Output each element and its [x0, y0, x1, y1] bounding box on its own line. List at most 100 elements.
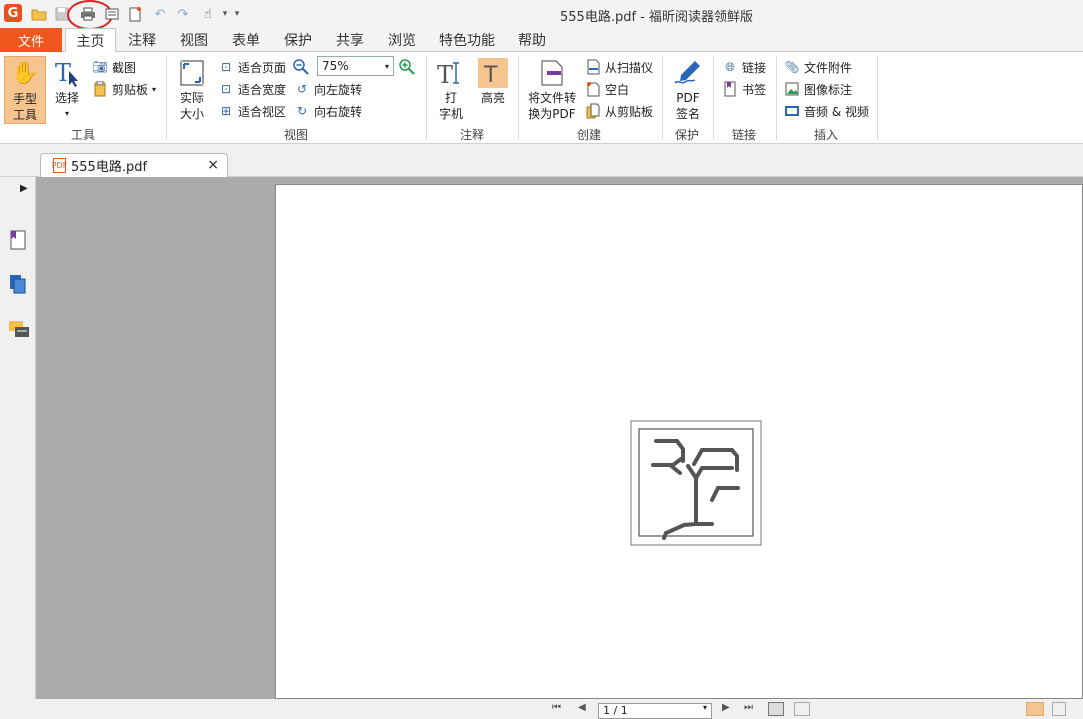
group-label-protect: 保护: [674, 128, 699, 142]
clipboard-button[interactable]: 剪贴板 ▾: [92, 79, 156, 99]
rotate-right-icon: ↻: [296, 104, 308, 118]
highlight-label: 高亮: [480, 91, 505, 105]
redo-icon[interactable]: ↷: [174, 5, 192, 23]
audio-video-button[interactable]: 音频 & 视频: [784, 101, 869, 121]
convert-to-pdf-button[interactable]: 将文件转 换为PDF: [524, 58, 580, 122]
zoom-dropdown-icon[interactable]: ▾: [385, 62, 389, 71]
rotate-left-icon: ↺: [296, 82, 308, 96]
tab-share[interactable]: 共享: [328, 28, 372, 52]
fit-visible-icon: ⊞: [220, 104, 232, 118]
rotate-left-label: 向左旋转: [314, 82, 363, 97]
page-dropdown-icon[interactable]: ▾: [703, 703, 707, 712]
document-view[interactable]: [36, 177, 1083, 699]
tab-form[interactable]: 表单: [224, 28, 268, 52]
file-attachment-button[interactable]: 📎︎ 文件附件: [784, 57, 852, 77]
pdf-file-icon: PDF: [52, 158, 67, 173]
svg-text:T: T: [55, 59, 71, 87]
link-button[interactable]: 🌐︎ 链接: [722, 57, 766, 77]
image-annotation-label: 图像标注: [804, 82, 853, 97]
from-clipboard-button[interactable]: 从剪贴板: [585, 101, 653, 121]
new-document-icon[interactable]: [126, 5, 144, 23]
zoom-out-icon: [293, 59, 309, 75]
film-icon: [784, 103, 800, 119]
tab-help[interactable]: 帮助: [510, 28, 554, 52]
typewriter-button[interactable]: T 打 字机: [434, 58, 468, 122]
tab-browse[interactable]: 浏览: [380, 28, 424, 52]
bookmarks-panel-icon[interactable]: [8, 229, 28, 251]
properties-icon[interactable]: [103, 5, 121, 23]
tab-protect[interactable]: 保护: [276, 28, 320, 52]
close-tab-icon[interactable]: ×: [207, 157, 219, 173]
typewriter-icon: T: [436, 58, 466, 88]
blank-button[interactable]: 空白: [585, 79, 629, 99]
link-label: 链接: [742, 60, 767, 75]
highlight-icon: T: [478, 58, 508, 88]
image-annotation-button[interactable]: 图像标注: [784, 79, 852, 99]
layout-single-icon[interactable]: [1026, 702, 1044, 716]
rotate-right-label: 向右旋转: [314, 104, 363, 119]
hand-tool-label-1: 手型: [12, 92, 37, 106]
fit-width-label: 适合宽度: [238, 82, 287, 97]
globe-link-icon: 🌐︎: [725, 59, 735, 74]
continuous-view-icon[interactable]: [794, 702, 810, 716]
from-clipboard-label: 从剪贴板: [605, 104, 654, 119]
tab-view[interactable]: 视图: [172, 28, 216, 52]
tab-features[interactable]: 特色功能: [432, 28, 502, 52]
fit-width-button[interactable]: ⊡ 适合宽度: [218, 79, 286, 99]
tab-file[interactable]: 文件: [0, 28, 62, 52]
group-label-comment: 注释: [459, 128, 484, 142]
hand-touch-icon[interactable]: ☝: [199, 5, 217, 23]
pages-panel-icon[interactable]: [8, 273, 28, 295]
comments-panel-icon[interactable]: [8, 319, 29, 341]
fit-page-label: 适合页面: [238, 60, 287, 75]
typewriter-label-1: 打: [444, 91, 457, 105]
actual-size-icon: [177, 58, 207, 88]
select-button[interactable]: T 选择 ▾: [50, 58, 84, 122]
tab-comment[interactable]: 注释: [120, 28, 164, 52]
undo-icon[interactable]: ↶: [151, 5, 169, 23]
from-scanner-label: 从扫描仪: [605, 60, 654, 75]
next-page-icon[interactable]: ▶: [722, 702, 730, 713]
actual-size-button[interactable]: 实际 大小: [174, 58, 210, 122]
document-tab[interactable]: PDF 555电路.pdf ×: [40, 153, 228, 177]
pdf-page: [275, 184, 1083, 699]
clipboard-page-icon: [585, 103, 601, 119]
ribbon-home: ✋ 手型 工具 T 选择 ▾ 📷︎ 截图 剪贴板 ▾ 工具 实际 大小 ⊡ 适合页面…: [0, 52, 1083, 144]
expand-panel-icon[interactable]: ▶: [20, 183, 28, 194]
first-page-icon[interactable]: ⏮: [552, 702, 561, 713]
file-attachment-label: 文件附件: [804, 60, 853, 75]
fit-page-button[interactable]: ⊡ 适合页面: [218, 57, 286, 77]
pen-sign-icon: [673, 58, 703, 88]
open-folder-icon[interactable]: [30, 5, 48, 23]
blank-label: 空白: [605, 82, 630, 97]
zoom-in-button[interactable]: [398, 57, 416, 77]
hand-tool-button[interactable]: ✋ 手型 工具: [4, 56, 46, 124]
tab-home[interactable]: 主页: [65, 28, 116, 53]
last-page-icon[interactable]: ⏭: [744, 702, 753, 713]
fit-width-icon: ⊡: [220, 82, 232, 96]
zoom-select[interactable]: 75% ▾: [317, 56, 394, 76]
screenshot-button[interactable]: 📷︎ 截图: [92, 57, 136, 77]
actual-size-label-2: 大小: [179, 107, 204, 121]
bookmark-button[interactable]: 书签: [722, 79, 766, 99]
highlight-button[interactable]: T 高亮: [476, 58, 510, 106]
fit-visible-button[interactable]: ⊞ 适合视区: [218, 101, 286, 121]
layout-facing-icon[interactable]: [1052, 702, 1066, 716]
camera-icon: 📷︎: [92, 60, 108, 74]
app-logo-icon[interactable]: G: [4, 4, 22, 22]
convert-label-1: 将文件转: [527, 91, 576, 105]
clipboard-label: 剪贴板: [112, 82, 149, 97]
clipboard-dropdown-icon[interactable]: ▾: [152, 85, 156, 94]
rotate-left-button[interactable]: ↺ 向左旋转: [294, 79, 362, 99]
rotate-right-button[interactable]: ↻ 向右旋转: [294, 101, 362, 121]
from-scanner-button[interactable]: 从扫描仪: [585, 57, 653, 77]
single-page-view-icon[interactable]: [768, 702, 784, 716]
customize-quickaccess-icon[interactable]: ▾: [228, 5, 246, 23]
select-dropdown-icon[interactable]: ▾: [65, 106, 69, 122]
previous-page-icon[interactable]: ◀: [578, 702, 586, 713]
zoom-out-button[interactable]: [292, 57, 310, 77]
group-label-tools: 工具: [70, 128, 95, 142]
navigation-panel: ▶: [0, 177, 40, 717]
pdf-sign-button[interactable]: PDF 签名: [668, 58, 708, 122]
bookmark-icon: [722, 81, 738, 97]
